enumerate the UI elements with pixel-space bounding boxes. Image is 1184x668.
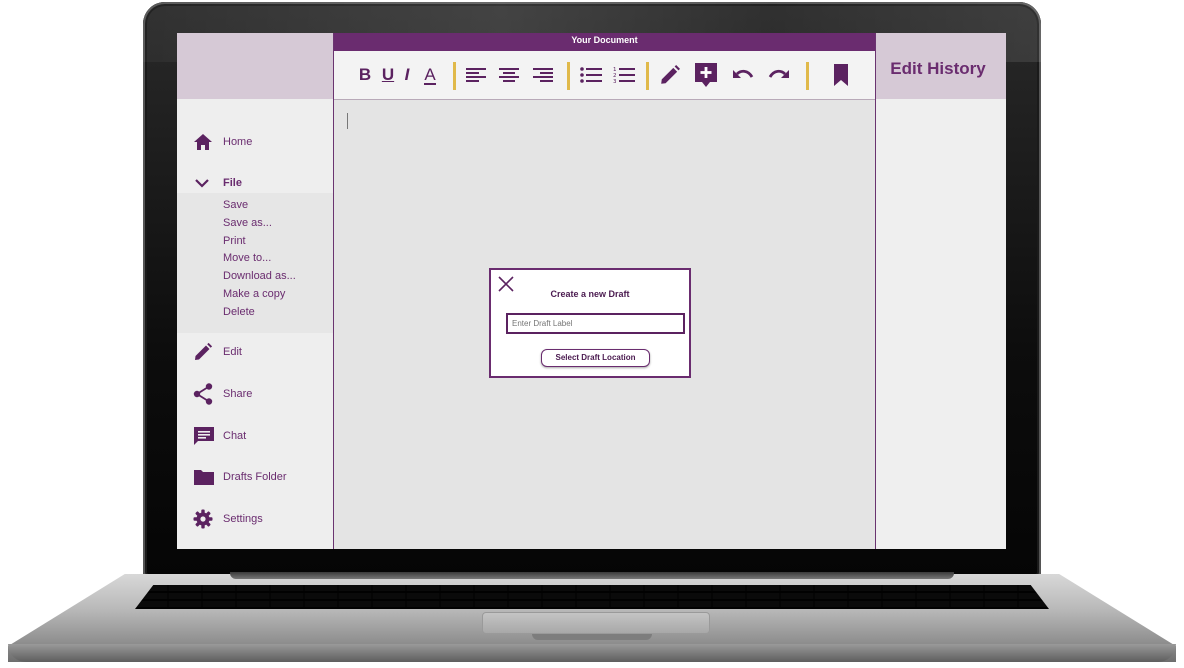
font-color-icon: A bbox=[424, 64, 436, 85]
dialog-title: Create a new Draft bbox=[550, 289, 630, 299]
underline-button[interactable]: U bbox=[380, 63, 396, 87]
sidebar: Home File Save Save as... Print Move to.… bbox=[177, 99, 333, 549]
create-draft-dialog: Create a new Draft Select Draft Location bbox=[489, 268, 691, 378]
home-icon bbox=[193, 133, 213, 151]
undo-button[interactable] bbox=[730, 63, 756, 87]
gear-icon bbox=[193, 509, 213, 529]
file-menu-print[interactable]: Print bbox=[223, 235, 246, 247]
share-icon bbox=[193, 383, 213, 405]
sidebar-item-home[interactable]: Home bbox=[177, 133, 333, 151]
pencil-icon bbox=[193, 342, 213, 362]
pencil-icon bbox=[661, 64, 681, 84]
undo-icon bbox=[733, 69, 754, 78]
formatting-toolbar: B U I A 1 2 3 bbox=[334, 51, 875, 100]
laptop-hinge bbox=[230, 572, 954, 579]
numbered-list-button[interactable]: 123 bbox=[612, 63, 636, 87]
edit-history-panel bbox=[876, 99, 1006, 549]
sidebar-item-settings[interactable]: Settings bbox=[177, 509, 333, 529]
underline-icon: U bbox=[381, 65, 395, 84]
sidebar-header bbox=[177, 33, 333, 99]
file-menu-download-as[interactable]: Download as... bbox=[223, 270, 296, 282]
chevron-down-icon bbox=[193, 177, 211, 189]
toolbar-separator bbox=[453, 62, 456, 90]
toolbar-separator bbox=[646, 62, 649, 90]
font-color-button[interactable]: A bbox=[420, 63, 440, 87]
bold-button[interactable]: B bbox=[358, 63, 372, 87]
laptop-lid-notch bbox=[532, 634, 652, 640]
italic-button[interactable]: I bbox=[402, 63, 412, 87]
bulleted-list-button[interactable] bbox=[579, 63, 603, 87]
bold-icon: B bbox=[358, 65, 372, 84]
align-right-button[interactable] bbox=[532, 63, 554, 87]
laptop-trackpad bbox=[482, 612, 710, 634]
sidebar-item-share[interactable]: Share bbox=[177, 383, 333, 405]
sidebar-item-label: Chat bbox=[223, 430, 247, 442]
redo-icon bbox=[768, 69, 789, 78]
bookmark-icon bbox=[834, 64, 848, 86]
sidebar-item-chat[interactable]: Chat bbox=[177, 427, 333, 445]
sidebar-item-label: Edit bbox=[223, 346, 242, 358]
file-menu-delete[interactable]: Delete bbox=[223, 306, 255, 318]
italic-icon: I bbox=[404, 65, 410, 84]
edit-history-header: Edit History bbox=[876, 33, 1006, 99]
draft-label-input[interactable] bbox=[506, 313, 685, 334]
app-screen: Home File Save Save as... Print Move to.… bbox=[177, 33, 1006, 549]
document-area[interactable]: Your Document B U I A 1 2 3 Create a new… bbox=[333, 33, 876, 549]
chat-icon bbox=[193, 426, 215, 446]
align-center-icon bbox=[499, 68, 519, 82]
svg-text:3: 3 bbox=[613, 79, 617, 84]
sidebar-item-label: Home bbox=[223, 136, 253, 148]
edit-history-title: Edit History bbox=[890, 59, 986, 78]
bookmark-button[interactable] bbox=[831, 63, 851, 87]
align-left-icon bbox=[466, 68, 486, 82]
document-title: Your Document bbox=[334, 33, 875, 51]
file-menu-move-to[interactable]: Move to... bbox=[223, 252, 271, 264]
sidebar-item-label: Settings bbox=[223, 513, 263, 525]
bulleted-list-icon bbox=[580, 67, 602, 83]
folder-icon bbox=[193, 468, 215, 486]
sidebar-item-label: Share bbox=[223, 388, 253, 400]
toolbar-separator bbox=[567, 62, 570, 90]
sidebar-item-file[interactable]: File bbox=[177, 174, 333, 192]
sidebar-item-label: File bbox=[223, 177, 242, 189]
toolbar-separator bbox=[806, 62, 809, 90]
sidebar-item-drafts-folder[interactable]: Drafts Folder bbox=[177, 468, 333, 486]
edit-pencil-button[interactable] bbox=[658, 63, 682, 87]
align-center-button[interactable] bbox=[498, 63, 520, 87]
align-right-icon bbox=[533, 68, 553, 82]
file-submenu: Save Save as... Print Move to... Downloa… bbox=[177, 193, 333, 333]
laptop-keyboard bbox=[135, 585, 1049, 609]
add-comment-button[interactable] bbox=[694, 63, 718, 87]
add-comment-icon bbox=[695, 63, 717, 87]
text-cursor bbox=[347, 113, 348, 129]
laptop-base-edge bbox=[8, 644, 1176, 662]
file-menu-make-copy[interactable]: Make a copy bbox=[223, 288, 285, 300]
redo-button[interactable] bbox=[766, 63, 792, 87]
file-menu-save[interactable]: Save bbox=[223, 199, 248, 211]
file-menu-save-as[interactable]: Save as... bbox=[223, 217, 272, 229]
select-draft-location-button[interactable]: Select Draft Location bbox=[541, 349, 650, 367]
numbered-list-icon: 123 bbox=[613, 67, 635, 84]
align-left-button[interactable] bbox=[465, 63, 487, 87]
sidebar-item-label: Drafts Folder bbox=[223, 471, 287, 483]
sidebar-item-edit[interactable]: Edit bbox=[177, 342, 333, 362]
